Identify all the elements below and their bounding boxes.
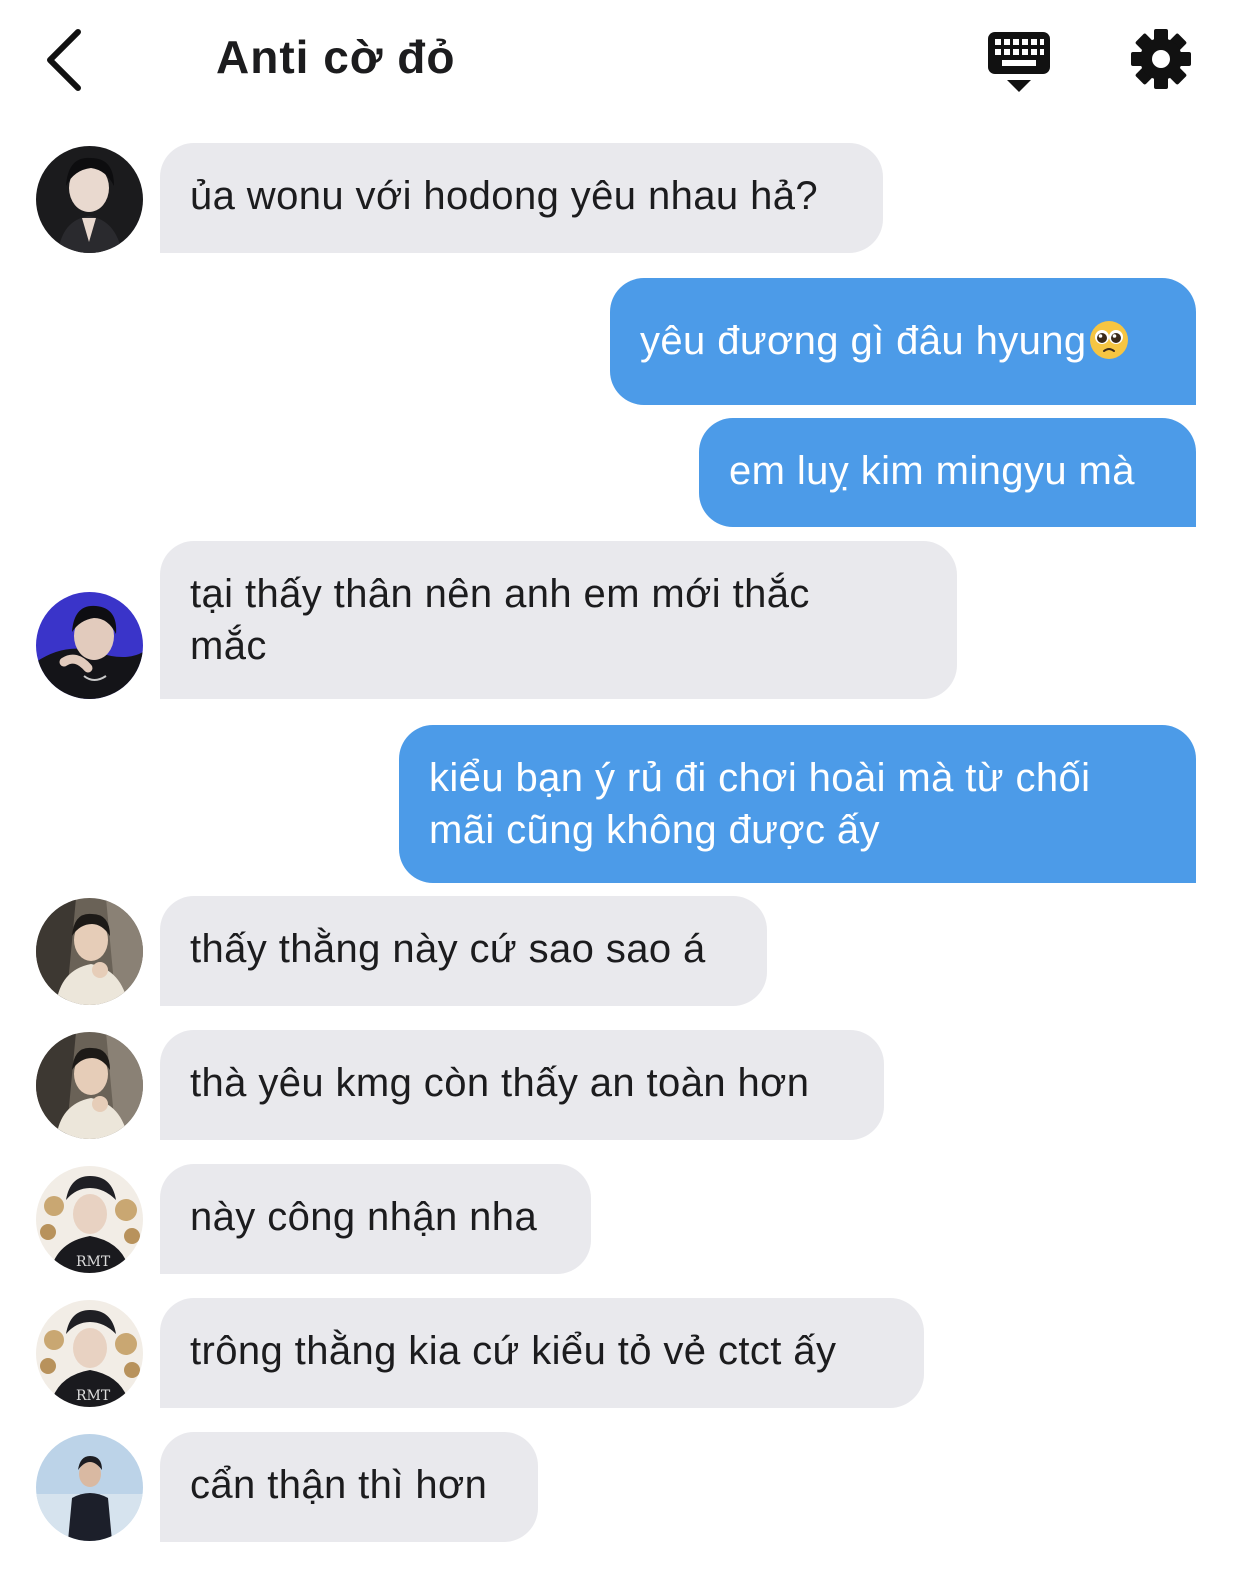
message-bubble-incoming[interactable]: thấy thằng này cứ sao sao á (160, 896, 767, 1006)
message-text: thấy thằng này cứ sao sao á (190, 927, 706, 971)
message-text-line: mãi cũng không được ấy (429, 808, 880, 852)
message-text: ủa wonu với hodong yêu nhau hả? (190, 174, 819, 218)
chat-title: Anti cờ đỏ (216, 31, 456, 83)
avatar[interactable] (36, 1032, 143, 1139)
message-text: thà yêu kmg còn thấy an toàn hơn (190, 1061, 810, 1105)
message-text-line: kiểu bạn ý rủ đi chơi hoài mà từ chối (429, 756, 1091, 800)
message-bubble-incoming[interactable]: này công nhận nha (160, 1164, 591, 1274)
message-text-line: tại thấy thân nên anh em mới thắc (190, 572, 810, 616)
message-bubble-incoming[interactable]: tại thấy thân nên anh em mới thắc mắc (160, 541, 957, 699)
message-bubble-incoming[interactable]: cẩn thận thì hơn (160, 1432, 538, 1542)
message-bubble-incoming[interactable]: trông thằng kia cứ kiểu tỏ vẻ ctct ấy (160, 1298, 924, 1408)
avatar[interactable] (36, 146, 143, 253)
avatar[interactable] (36, 1434, 143, 1541)
message-text-line: mắc (190, 624, 267, 668)
keyboard-button[interactable] (986, 30, 1052, 94)
avatar[interactable]: RMT (36, 1300, 143, 1407)
message-text: yêu đương gì đâu hyung (640, 319, 1087, 363)
chat-header: Anti cờ đỏ (0, 0, 1242, 120)
gear-icon (1131, 29, 1191, 89)
svg-text:RMT: RMT (76, 1388, 111, 1404)
message-bubble-outgoing[interactable]: em luỵ kim mingyu mà (699, 418, 1196, 527)
message-text: này công nhận nha (190, 1195, 538, 1239)
back-button[interactable] (40, 26, 100, 94)
avatar[interactable] (36, 898, 143, 1005)
chevron-left-icon (47, 29, 81, 91)
pleading-face-emoji (1089, 321, 1128, 359)
message-text: cẩn thận thì hơn (190, 1463, 488, 1507)
svg-text:RMT: RMT (76, 1254, 111, 1270)
message-text: trông thằng kia cứ kiểu tỏ vẻ ctct ấy (190, 1329, 837, 1373)
message-bubble-outgoing[interactable]: yêu đương gì đâu hyung (610, 278, 1196, 405)
message-bubble-incoming[interactable]: ủa wonu với hodong yêu nhau hả? (160, 143, 883, 253)
avatar[interactable]: RMT (36, 1166, 143, 1273)
message-bubble-outgoing[interactable]: kiểu bạn ý rủ đi chơi hoài mà từ chối mã… (399, 725, 1196, 883)
settings-button[interactable] (1130, 28, 1192, 90)
message-text: em luỵ kim mingyu mà (729, 449, 1135, 493)
avatar[interactable] (36, 592, 143, 699)
message-bubble-incoming[interactable]: thà yêu kmg còn thấy an toàn hơn (160, 1030, 884, 1140)
keyboard-icon (988, 32, 1050, 92)
